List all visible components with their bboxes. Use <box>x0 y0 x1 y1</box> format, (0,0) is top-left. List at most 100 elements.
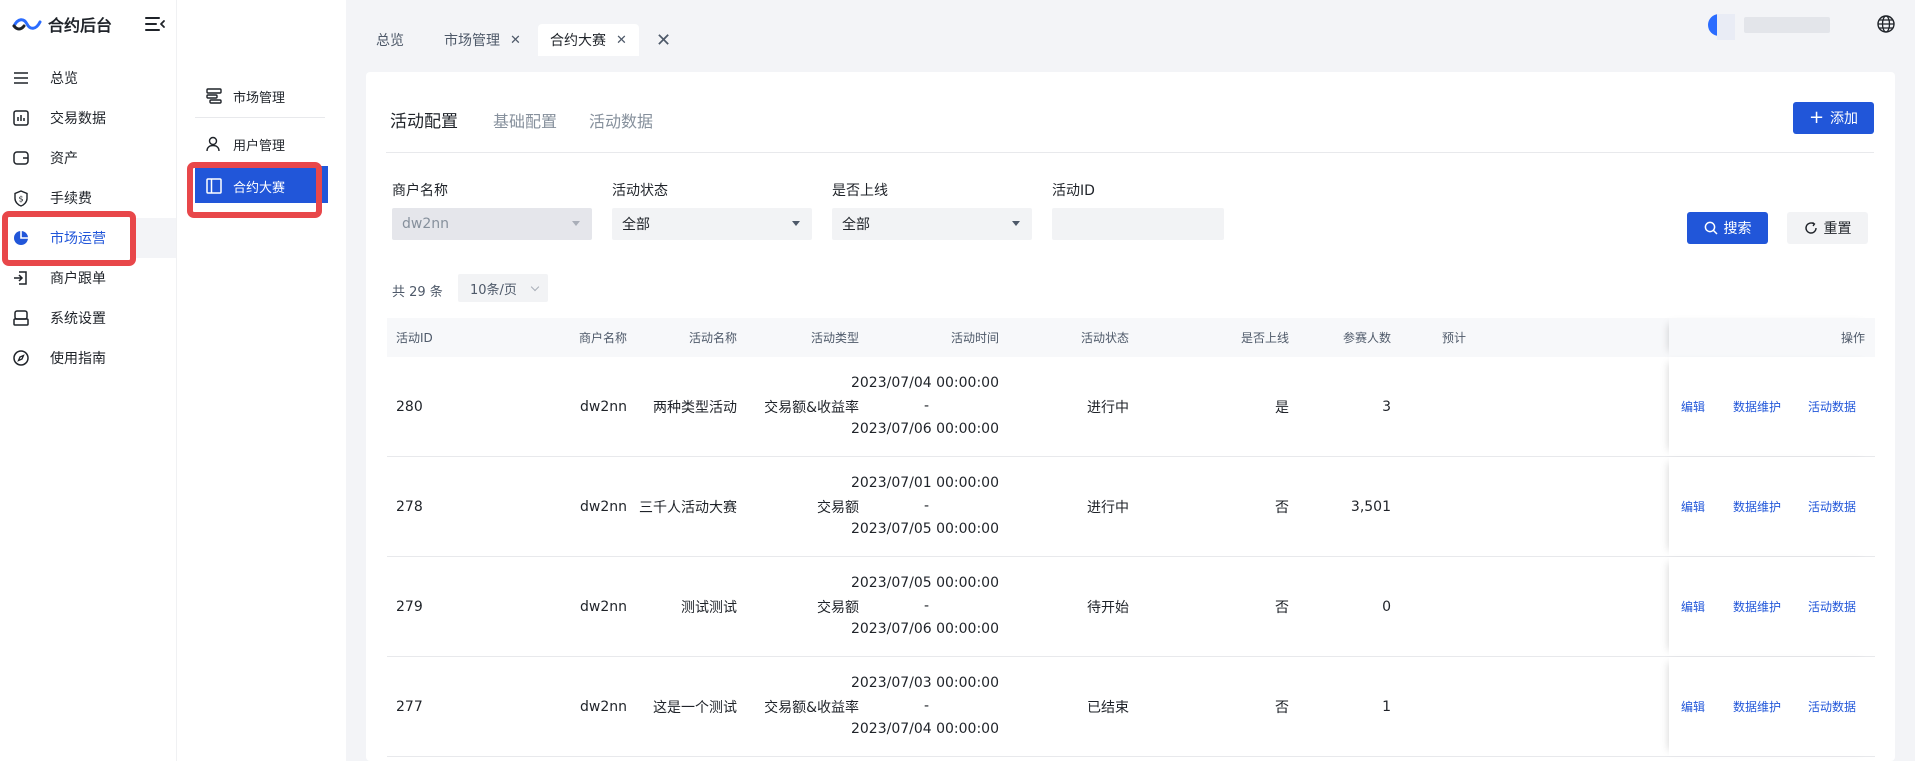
pie-chart-icon <box>12 229 30 247</box>
sidebar-item-fees[interactable]: $ 手续费 <box>0 178 176 218</box>
filter-online-value: 全部 <box>842 217 870 233</box>
activity-data-link[interactable]: 活动数据 <box>1808 657 1856 756</box>
activity-data-link[interactable]: 活动数据 <box>1808 357 1856 456</box>
col-header-id: 活动ID <box>396 331 433 345</box>
filter-online-select[interactable]: 全部 <box>832 208 1032 240</box>
globe-icon[interactable] <box>1876 14 1896 34</box>
cell-count: 1 <box>1382 698 1391 715</box>
tab-market-management[interactable]: 市场管理 ✕ <box>432 24 533 56</box>
tab-label: 市场管理 <box>444 33 500 49</box>
add-button[interactable]: + 添加 <box>1793 102 1874 134</box>
table-row: 279 dw2nn 测试测试 交易额 2023/07/05 00:00:00-2023/… <box>387 557 1875 657</box>
filter-merchant-select[interactable]: dw2nn <box>392 208 592 240</box>
col-header-estimate: 预计 <box>1442 331 1467 345</box>
tab-activity-data[interactable]: 活动数据 <box>589 108 653 132</box>
time-end: 2023/07/06 00:00:00 <box>850 621 999 637</box>
op-column: 编辑 数据维护 活动数据 <box>1669 557 1875 656</box>
time-start: 2023/07/01 00:00:00 <box>850 475 999 491</box>
page-size-value: 10条/页 <box>470 282 517 298</box>
time-start: 2023/07/04 00:00:00 <box>850 375 999 391</box>
filter-activity-id-input[interactable] <box>1052 208 1224 240</box>
sidebar-item-market-ops[interactable]: 市场运营 <box>0 218 176 258</box>
submenu-item-market-management[interactable]: 市场管理 <box>195 76 325 116</box>
filter-status-select[interactable]: 全部 <box>612 208 812 240</box>
cell-name: 这是一个测试 <box>653 699 737 716</box>
time-end: 2023/07/04 00:00:00 <box>850 721 999 737</box>
sidebar-item-label: 手续费 <box>50 191 92 207</box>
op-column: 编辑 数据维护 活动数据 <box>1669 657 1875 756</box>
user-area[interactable] <box>1708 14 1830 40</box>
refresh-icon <box>1804 221 1817 234</box>
time-start: 2023/07/05 00:00:00 <box>850 575 999 591</box>
close-icon[interactable]: ✕ <box>616 33 627 48</box>
submenu-item-contract-contest[interactable]: 合约大赛 <box>195 166 328 206</box>
submenu-divider <box>195 117 325 118</box>
tab-activity-config[interactable]: 活动配置 <box>390 107 458 132</box>
data-maintenance-link[interactable]: 数据维护 <box>1733 357 1781 456</box>
reset-button[interactable]: 重置 <box>1787 212 1868 244</box>
edit-link[interactable]: 编辑 <box>1681 557 1705 656</box>
edit-link[interactable]: 编辑 <box>1681 357 1705 456</box>
cell-name: 两种类型活动 <box>653 399 737 416</box>
cell-time: 2023/07/05 00:00:00 - 2023/07/06 00:00:00 <box>819 557 999 656</box>
filter-online-label: 是否上线 <box>832 183 888 199</box>
filter-status-value: 全部 <box>622 217 650 233</box>
sidebar-item-merchant-follow[interactable]: 商户跟单 <box>0 258 176 298</box>
close-all-tabs-icon[interactable]: ✕ <box>656 30 671 51</box>
close-icon[interactable]: ✕ <box>510 33 521 48</box>
sidebar-item-label: 商户跟单 <box>50 271 106 287</box>
search-button-label: 搜索 <box>1723 221 1752 237</box>
cell-id: 280 <box>396 398 423 415</box>
submenu-item-label: 合约大赛 <box>233 180 286 196</box>
edit-link[interactable]: 编辑 <box>1681 457 1705 556</box>
col-header-type: 活动类型 <box>810 331 859 345</box>
tab-basic-config[interactable]: 基础配置 <box>493 108 557 132</box>
tab-overview[interactable]: 总览 <box>364 24 416 56</box>
time-separator: - <box>923 498 929 514</box>
user-icon <box>205 135 223 153</box>
cell-id: 279 <box>396 598 423 615</box>
col-header-merchant: 商户名称 <box>578 331 627 345</box>
data-maintenance-link[interactable]: 数据维护 <box>1733 457 1781 556</box>
sidebar-nav: 总览 交易数据 资产 $ 手续费 市场运营 商户跟单 系统设置 使用指南 <box>0 58 176 378</box>
time-end: 2023/07/06 00:00:00 <box>850 421 999 437</box>
filter-merchant-value: dw2nn <box>402 216 449 232</box>
tab-contract-contest[interactable]: 合约大赛 ✕ <box>538 24 639 56</box>
sidebar-item-guide[interactable]: 使用指南 <box>0 338 176 378</box>
submenu-item-user-management[interactable]: 用户管理 <box>195 124 325 164</box>
table-row: 278 dw2nn 三千人活动大赛 交易额 2023/07/01 00:00:00-20… <box>387 457 1875 557</box>
page-tabbar: 总览 市场管理 ✕ 合约大赛 ✕ ✕ <box>346 0 1915 56</box>
data-maintenance-link[interactable]: 数据维护 <box>1733 657 1781 756</box>
cell-online: 否 <box>1275 599 1289 616</box>
cell-id: 277 <box>396 698 423 715</box>
cell-time: 2023/07/03 00:00:00 - 2023/07/04 00:00:00 <box>819 657 999 756</box>
sidebar-item-overview[interactable]: 总览 <box>0 58 176 98</box>
sidebar-item-system-settings[interactable]: 系统设置 <box>0 298 176 338</box>
filter-merchant-label: 商户名称 <box>392 183 448 199</box>
data-maintenance-link[interactable]: 数据维护 <box>1733 557 1781 656</box>
op-column: 编辑 数据维护 活动数据 <box>1669 457 1875 556</box>
cell-time: 2023/07/01 00:00:00 - 2023/07/05 00:00:00 <box>819 457 999 556</box>
page-size-select[interactable]: 10条/页 <box>458 274 548 302</box>
sidebar-item-trade-data[interactable]: 交易数据 <box>0 98 176 138</box>
activity-data-link[interactable]: 活动数据 <box>1808 557 1856 656</box>
table-row: 277 dw2nn 这是一个测试 交易额&收益率 2023/07/03 00:00:00… <box>387 657 1875 757</box>
filter-status-label: 活动状态 <box>612 183 668 199</box>
menu-collapse-icon[interactable] <box>144 14 166 34</box>
settings-box-icon <box>12 309 30 327</box>
plus-icon: + <box>1808 107 1825 128</box>
activity-data-link[interactable]: 活动数据 <box>1808 457 1856 556</box>
tab-label: 合约大赛 <box>550 33 606 49</box>
col-header-online: 是否上线 <box>1240 331 1289 345</box>
sidebar: 合约后台 总览 交易数据 资产 $ 手续费 市场运营 商户跟单 系统设置 使用指… <box>0 0 176 761</box>
submenu-item-label: 市场管理 <box>233 90 286 106</box>
time-end: 2023/07/05 00:00:00 <box>850 521 999 537</box>
time-separator: - <box>923 698 929 714</box>
compass-icon <box>12 349 30 367</box>
sidebar-item-assets[interactable]: 资产 <box>0 138 176 178</box>
edit-link[interactable]: 编辑 <box>1681 657 1705 756</box>
col-header-name: 活动名称 <box>688 331 737 345</box>
search-button[interactable]: 搜索 <box>1687 212 1768 244</box>
list-icon <box>12 69 30 87</box>
op-column: 编辑 数据维护 活动数据 <box>1669 357 1875 456</box>
